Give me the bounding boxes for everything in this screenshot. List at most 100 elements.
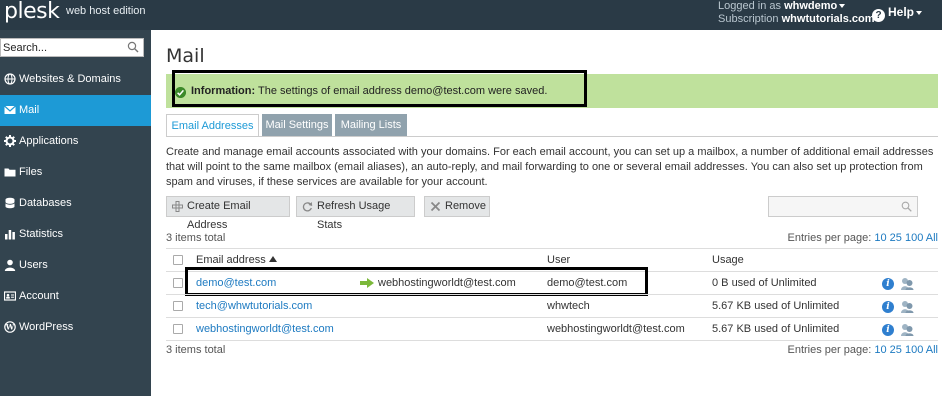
- svg-text:W: W: [5, 323, 15, 332]
- create-email-address-button[interactable]: Create Email Address: [166, 196, 290, 231]
- webmail-icon[interactable]: [900, 323, 914, 336]
- usage-cell: 5.67 KB used of Unlimited: [712, 300, 840, 312]
- globe-icon: [4, 73, 16, 85]
- username-menu[interactable]: whwdemo: [784, 0, 837, 12]
- usage-cell: 0 B used of Unlimited: [712, 277, 817, 289]
- help-icon: ?: [872, 9, 885, 22]
- sidebar-item-statistics[interactable]: Statistics: [0, 219, 151, 250]
- top-bar: plesk web host edition Logged in as whwd…: [0, 0, 942, 30]
- plesk-logo[interactable]: plesk: [4, 1, 60, 23]
- sidebar-item-users[interactable]: Users: [0, 250, 151, 281]
- entries-25-link[interactable]: 25: [890, 232, 902, 244]
- subscription-label: Subscription: [718, 13, 779, 25]
- highlight-box: [172, 70, 587, 107]
- close-icon: [430, 201, 441, 212]
- webmail-icon[interactable]: [900, 300, 914, 313]
- sidebar-item-label: Statistics: [19, 228, 64, 240]
- chevron-down-icon: [916, 10, 923, 15]
- table-bottom-border: [166, 340, 938, 341]
- user-cell: webhostingworldt@test.com: [547, 323, 685, 335]
- subscription-menu[interactable]: whwtutorials.com: [782, 13, 875, 25]
- envelope-icon: [4, 105, 16, 114]
- items-total: 3 items total: [166, 344, 226, 356]
- search-placeholder: Search...: [3, 42, 48, 54]
- sidebar-item-label: Websites & Domains: [19, 73, 121, 85]
- page-description: Create and manage email accounts associa…: [166, 146, 934, 188]
- plus-icon: [172, 201, 183, 212]
- edition-label: web host edition: [66, 5, 146, 17]
- remove-label: Remove: [445, 200, 486, 212]
- bar-chart-icon: [5, 230, 15, 240]
- wordpress-icon: W: [4, 321, 16, 333]
- entries-10-link[interactable]: 10: [874, 344, 886, 356]
- sidebar-item-label: Account: [19, 290, 59, 302]
- entries-25-link[interactable]: 25: [890, 344, 902, 356]
- column-header-user[interactable]: User: [547, 254, 570, 266]
- entries-per-page: Entries per page: 10 25 100 All: [787, 232, 938, 244]
- entries-per-page: Entries per page: 10 25 100 All: [787, 344, 938, 356]
- user-icon: [4, 259, 16, 271]
- entries-label: Entries per page:: [787, 344, 872, 356]
- select-all-checkbox[interactable]: [173, 255, 183, 265]
- entries-100-link[interactable]: 100: [905, 232, 923, 244]
- table-row-divider: [166, 317, 938, 318]
- search-icon[interactable]: [127, 41, 139, 53]
- sidebar-item-label: Databases: [19, 197, 72, 209]
- entries-10-link[interactable]: 10: [874, 232, 886, 244]
- column-header-usage[interactable]: Usage: [712, 254, 744, 266]
- folder-icon: [4, 168, 16, 177]
- main-content: Mail Information: The settings of email …: [151, 30, 942, 396]
- sidebar-item-wordpress[interactable]: W WordPress: [0, 312, 151, 343]
- create-label: Create Email Address: [187, 200, 251, 231]
- sidebar-item-label: WordPress: [19, 321, 74, 333]
- items-total: 3 items total: [166, 232, 226, 244]
- table-top-border: [166, 248, 938, 249]
- table-row-divider: [166, 294, 938, 295]
- info-icon[interactable]: i: [882, 324, 894, 336]
- chevron-down-icon: [839, 4, 846, 9]
- sidebar-item-label: Applications: [19, 135, 79, 147]
- refresh-label: Refresh Usage Stats: [317, 200, 391, 231]
- refresh-usage-stats-button[interactable]: Refresh Usage Stats: [296, 196, 415, 231]
- sidebar-item-files[interactable]: Files: [0, 157, 151, 188]
- list-search-input[interactable]: [768, 196, 918, 217]
- entries-all-link[interactable]: All: [926, 232, 938, 244]
- info-icon[interactable]: i: [882, 278, 894, 290]
- usage-cell: 5.67 KB used of Unlimited: [712, 323, 840, 335]
- sidebar: Search... Websites & Domains Mail Applic…: [0, 30, 151, 396]
- column-header-email[interactable]: Email address: [196, 254, 277, 266]
- row-checkbox[interactable]: [173, 324, 183, 334]
- id-card-icon: [4, 291, 16, 301]
- sidebar-item-label: Files: [19, 166, 43, 178]
- user-cell: whwtech: [547, 300, 590, 312]
- tab-mail-settings[interactable]: Mail Settings: [262, 114, 332, 136]
- search-icon[interactable]: [901, 201, 912, 212]
- email-link[interactable]: webhostingworldt@test.com: [196, 323, 334, 335]
- sidebar-item-databases[interactable]: Databases: [0, 188, 151, 219]
- help-label: Help: [888, 5, 915, 19]
- sidebar-item-applications[interactable]: Applications: [0, 126, 151, 157]
- sort-ascending-icon: [268, 256, 277, 262]
- entries-100-link[interactable]: 100: [905, 344, 923, 356]
- refresh-icon: [302, 202, 313, 212]
- info-icon[interactable]: i: [882, 301, 894, 313]
- tab-email-addresses[interactable]: Email Addresses: [166, 114, 259, 137]
- email-link[interactable]: tech@whwtutorials.com: [196, 300, 312, 312]
- sidebar-item-account[interactable]: Account: [0, 281, 151, 312]
- gear-icon: [4, 135, 16, 147]
- tab-divider: [166, 136, 938, 137]
- sidebar-item-websites-domains[interactable]: Websites & Domains: [0, 64, 151, 95]
- login-info: Logged in as whwdemo Subscription whwtut…: [718, 0, 875, 26]
- page-title: Mail: [166, 45, 205, 67]
- sidebar-item-mail[interactable]: Mail: [0, 95, 151, 126]
- sidebar-item-label: Users: [19, 259, 48, 271]
- webmail-icon[interactable]: [900, 277, 914, 290]
- remove-button[interactable]: Remove: [424, 196, 490, 217]
- row-checkbox[interactable]: [173, 301, 183, 311]
- help-menu[interactable]: ? Help: [872, 5, 923, 22]
- entries-all-link[interactable]: All: [926, 344, 938, 356]
- sidebar-item-label: Mail: [19, 104, 40, 116]
- search-input[interactable]: Search...: [0, 38, 144, 57]
- tab-mailing-lists[interactable]: Mailing Lists: [335, 114, 407, 136]
- row-checkbox[interactable]: [173, 278, 183, 288]
